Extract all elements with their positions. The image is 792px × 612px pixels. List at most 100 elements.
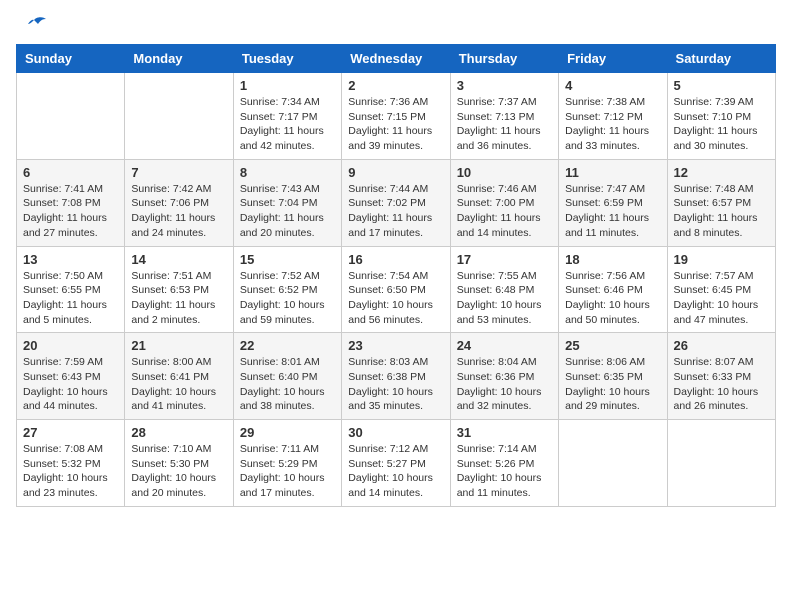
day-number: 1	[240, 78, 335, 93]
logo-bird-icon	[20, 16, 48, 38]
calendar-cell	[559, 420, 667, 507]
day-info: Sunrise: 7:47 AMSunset: 6:59 PMDaylight:…	[565, 183, 649, 239]
day-number: 23	[348, 338, 443, 353]
day-number: 18	[565, 252, 660, 267]
day-info: Sunrise: 7:48 AMSunset: 6:57 PMDaylight:…	[674, 183, 758, 239]
calendar-cell: 31 Sunrise: 7:14 AMSunset: 5:26 PMDayligh…	[450, 420, 558, 507]
calendar-cell: 4 Sunrise: 7:38 AMSunset: 7:12 PMDaylight…	[559, 73, 667, 160]
day-info: Sunrise: 7:50 AMSunset: 6:55 PMDaylight:…	[23, 270, 107, 326]
calendar-cell: 29 Sunrise: 7:11 AMSunset: 5:29 PMDayligh…	[233, 420, 341, 507]
day-number: 29	[240, 425, 335, 440]
day-info: Sunrise: 7:12 AMSunset: 5:27 PMDaylight:…	[348, 443, 433, 499]
day-number: 4	[565, 78, 660, 93]
day-number: 10	[457, 165, 552, 180]
calendar-cell: 21 Sunrise: 8:00 AMSunset: 6:41 PMDayligh…	[125, 333, 233, 420]
calendar-cell: 3 Sunrise: 7:37 AMSunset: 7:13 PMDaylight…	[450, 73, 558, 160]
day-info: Sunrise: 8:07 AMSunset: 6:33 PMDaylight:…	[674, 356, 759, 412]
day-number: 25	[565, 338, 660, 353]
calendar-cell: 23 Sunrise: 8:03 AMSunset: 6:38 PMDayligh…	[342, 333, 450, 420]
day-number: 20	[23, 338, 118, 353]
day-info: Sunrise: 7:38 AMSunset: 7:12 PMDaylight:…	[565, 96, 649, 152]
day-number: 13	[23, 252, 118, 267]
calendar-cell: 30 Sunrise: 7:12 AMSunset: 5:27 PMDayligh…	[342, 420, 450, 507]
calendar-cell	[125, 73, 233, 160]
day-info: Sunrise: 7:14 AMSunset: 5:26 PMDaylight:…	[457, 443, 542, 499]
day-number: 11	[565, 165, 660, 180]
calendar-cell: 10 Sunrise: 7:46 AMSunset: 7:00 PMDayligh…	[450, 159, 558, 246]
day-info: Sunrise: 7:55 AMSunset: 6:48 PMDaylight:…	[457, 270, 542, 326]
calendar-cell: 26 Sunrise: 8:07 AMSunset: 6:33 PMDayligh…	[667, 333, 775, 420]
calendar-cell: 15Sunrise: 7:52 AMSunset: 6:52 PMDayligh…	[233, 246, 341, 333]
calendar-cell: 1 Sunrise: 7:34 AMSunset: 7:17 PMDaylight…	[233, 73, 341, 160]
day-header: Friday	[559, 45, 667, 73]
day-info: Sunrise: 7:56 AMSunset: 6:46 PMDaylight:…	[565, 270, 650, 326]
day-info: Sunrise: 8:00 AMSunset: 6:41 PMDaylight:…	[131, 356, 216, 412]
day-header: Sunday	[17, 45, 125, 73]
day-info: Sunrise: 7:44 AMSunset: 7:02 PMDaylight:…	[348, 183, 432, 239]
calendar-cell: 16 Sunrise: 7:54 AMSunset: 6:50 PMDayligh…	[342, 246, 450, 333]
day-info: Sunrise: 7:10 AMSunset: 5:30 PMDaylight:…	[131, 443, 216, 499]
day-number: 22	[240, 338, 335, 353]
calendar-cell: 27Sunrise: 7:08 AMSunset: 5:32 PMDayligh…	[17, 420, 125, 507]
calendar-cell: 5 Sunrise: 7:39 AMSunset: 7:10 PMDaylight…	[667, 73, 775, 160]
day-info: Sunrise: 7:34 AMSunset: 7:17 PMDaylight:…	[240, 96, 324, 152]
day-info: Sunrise: 8:01 AMSunset: 6:40 PMDaylight:…	[240, 356, 325, 412]
day-info: Sunrise: 7:42 AMSunset: 7:06 PMDaylight:…	[131, 183, 215, 239]
day-info: Sunrise: 7:11 AMSunset: 5:29 PMDaylight:…	[240, 443, 325, 499]
day-number: 28	[131, 425, 226, 440]
calendar-cell: 12 Sunrise: 7:48 AMSunset: 6:57 PMDayligh…	[667, 159, 775, 246]
calendar-cell: 13 Sunrise: 7:50 AMSunset: 6:55 PMDayligh…	[17, 246, 125, 333]
day-number: 15	[240, 252, 335, 267]
calendar-cell	[667, 420, 775, 507]
day-info: Sunrise: 7:43 AMSunset: 7:04 PMDaylight:…	[240, 183, 324, 239]
day-header: Monday	[125, 45, 233, 73]
day-number: 26	[674, 338, 769, 353]
day-info: Sunrise: 7:37 AMSunset: 7:13 PMDaylight:…	[457, 96, 541, 152]
day-number: 6	[23, 165, 118, 180]
day-number: 19	[674, 252, 769, 267]
day-info: Sunrise: 8:03 AMSunset: 6:38 PMDaylight:…	[348, 356, 433, 412]
day-number: 7	[131, 165, 226, 180]
calendar-cell: 14 Sunrise: 7:51 AMSunset: 6:53 PMDayligh…	[125, 246, 233, 333]
day-info: Sunrise: 8:06 AMSunset: 6:35 PMDaylight:…	[565, 356, 650, 412]
day-number: 21	[131, 338, 226, 353]
day-header: Tuesday	[233, 45, 341, 73]
calendar-cell: 24 Sunrise: 8:04 AMSunset: 6:36 PMDayligh…	[450, 333, 558, 420]
calendar-cell: 19 Sunrise: 7:57 AMSunset: 6:45 PMDayligh…	[667, 246, 775, 333]
day-info: Sunrise: 7:57 AMSunset: 6:45 PMDaylight:…	[674, 270, 759, 326]
day-number: 31	[457, 425, 552, 440]
day-info: Sunrise: 7:54 AMSunset: 6:50 PMDaylight:…	[348, 270, 433, 326]
day-number: 27	[23, 425, 118, 440]
calendar-cell: 28 Sunrise: 7:10 AMSunset: 5:30 PMDayligh…	[125, 420, 233, 507]
calendar-table: SundayMondayTuesdayWednesdayThursdayFrid…	[16, 44, 776, 507]
day-header: Wednesday	[342, 45, 450, 73]
day-number: 12	[674, 165, 769, 180]
day-info: Sunrise: 7:51 AMSunset: 6:53 PMDaylight:…	[131, 270, 215, 326]
day-number: 30	[348, 425, 443, 440]
calendar-cell: 25 Sunrise: 8:06 AMSunset: 6:35 PMDayligh…	[559, 333, 667, 420]
calendar-cell: 2Sunrise: 7:36 AMSunset: 7:15 PMDaylight…	[342, 73, 450, 160]
day-info: Sunrise: 7:46 AMSunset: 7:00 PMDaylight:…	[457, 183, 541, 239]
day-info: Sunrise: 8:04 AMSunset: 6:36 PMDaylight:…	[457, 356, 542, 412]
day-number: 24	[457, 338, 552, 353]
calendar-cell	[17, 73, 125, 160]
day-header: Saturday	[667, 45, 775, 73]
calendar-cell: 9 Sunrise: 7:44 AMSunset: 7:02 PMDaylight…	[342, 159, 450, 246]
day-info: Sunrise: 7:59 AMSunset: 6:43 PMDaylight:…	[23, 356, 108, 412]
calendar-cell: 8 Sunrise: 7:43 AMSunset: 7:04 PMDaylight…	[233, 159, 341, 246]
calendar-cell: 11 Sunrise: 7:47 AMSunset: 6:59 PMDayligh…	[559, 159, 667, 246]
day-number: 8	[240, 165, 335, 180]
calendar-cell: 20 Sunrise: 7:59 AMSunset: 6:43 PMDayligh…	[17, 333, 125, 420]
day-number: 14	[131, 252, 226, 267]
day-number: 5	[674, 78, 769, 93]
calendar-cell: 18 Sunrise: 7:56 AMSunset: 6:46 PMDayligh…	[559, 246, 667, 333]
calendar-cell: 22 Sunrise: 8:01 AMSunset: 6:40 PMDayligh…	[233, 333, 341, 420]
calendar-cell: 6Sunrise: 7:41 AMSunset: 7:08 PMDaylight…	[17, 159, 125, 246]
day-info: Sunrise: 7:39 AMSunset: 7:10 PMDaylight:…	[674, 96, 758, 152]
day-number: 3	[457, 78, 552, 93]
logo	[16, 16, 48, 34]
day-header: Thursday	[450, 45, 558, 73]
day-number: 16	[348, 252, 443, 267]
day-number: 9	[348, 165, 443, 180]
calendar-cell: 17Sunrise: 7:55 AMSunset: 6:48 PMDayligh…	[450, 246, 558, 333]
